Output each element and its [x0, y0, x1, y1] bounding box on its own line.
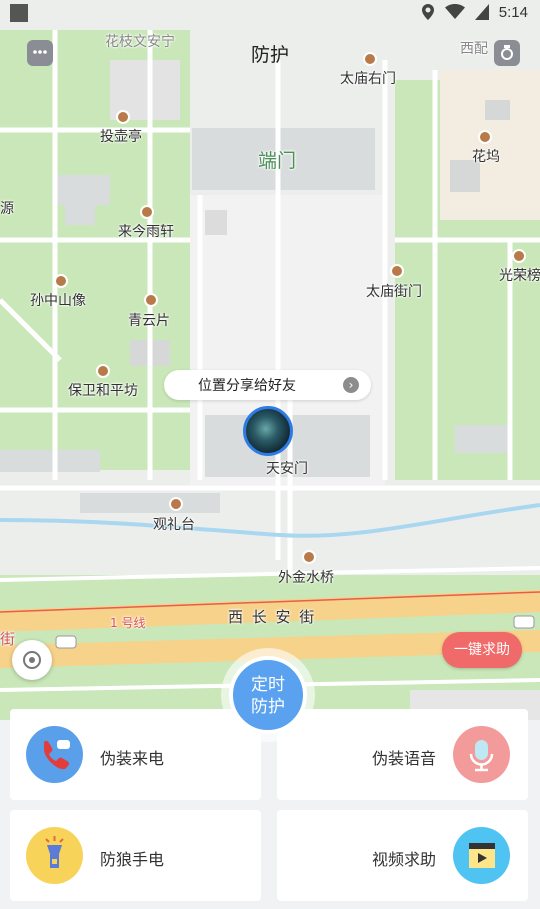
map-label: 天安门 [266, 461, 308, 477]
feature-grid: 伪装来电 伪装语音 防狼手电 视频求助 [0, 705, 540, 909]
share-location-label: 位置分享给好友 [198, 378, 296, 394]
location-pin-icon [421, 4, 434, 20]
poi-marker-icon [54, 274, 68, 288]
share-location-button[interactable]: 位置分享给好友 › [164, 370, 371, 400]
poi-marker-icon [116, 110, 130, 124]
card-label: 视频求助 [371, 850, 436, 869]
map-label: 孙中山像 [30, 293, 86, 309]
map-label: 1 号线 [110, 616, 146, 630]
poi-marker-icon [390, 264, 404, 278]
page-title: 防护 [250, 44, 289, 66]
flashlight-card[interactable]: 防狼手电 [10, 810, 261, 901]
guard-label-line2: 防护 [251, 697, 285, 717]
guard-label-line1: 定时 [251, 675, 285, 695]
poi-marker-icon [478, 130, 492, 144]
map-label: 光荣榜 [499, 268, 540, 284]
flashlight-icon [26, 827, 83, 884]
map-label: 保卫和平坊 [68, 383, 138, 399]
fake-voice-card[interactable]: 伪装语音 [277, 709, 528, 800]
video-clapper-icon [453, 827, 510, 884]
map-label: 青云片 [128, 313, 170, 329]
microphone-icon [453, 726, 510, 783]
app-root: 花枝文安宁 西配 太庙右门 投壶亭 端门 花坞 源 来今雨轩 光荣榜 孙中山像 … [0, 0, 540, 909]
poi-marker-icon [302, 550, 316, 564]
card-label: 伪装语音 [371, 749, 436, 768]
top-bar: 防护 [0, 30, 540, 76]
timed-guard-button[interactable]: 定时 防护 [229, 656, 307, 734]
signal-icon [474, 4, 489, 20]
map-label: 观礼台 [153, 517, 195, 533]
map-label: 端门 [258, 150, 297, 172]
poi-marker-icon [96, 364, 110, 378]
poi-marker-icon [512, 249, 526, 263]
map-label: 西 长 安 街 [228, 608, 317, 626]
map-label: 太庙街门 [366, 284, 422, 300]
user-avatar[interactable] [243, 406, 293, 456]
poi-marker-icon [140, 205, 154, 219]
map-label: 外金水桥 [278, 570, 334, 586]
locate-me-button[interactable] [12, 640, 52, 680]
chevron-right-icon: › [343, 377, 359, 393]
status-bar: 5:14 [0, 0, 540, 28]
card-label: 伪装来电 [100, 749, 165, 768]
map-label: 花坞 [472, 149, 500, 165]
poi-marker-icon [169, 497, 183, 511]
notification-icon [10, 4, 28, 22]
card-label: 防狼手电 [100, 850, 165, 869]
wifi-icon [444, 4, 465, 19]
map-label: 源 [0, 201, 14, 217]
map-view[interactable]: 花枝文安宁 西配 太庙右门 投壶亭 端门 花坞 源 来今雨轩 光荣榜 孙中山像 … [0, 0, 540, 720]
fake-call-card[interactable]: 伪装来电 [10, 709, 261, 800]
video-help-card[interactable]: 视频求助 [277, 810, 528, 901]
poi-marker-icon [144, 293, 158, 307]
clock: 5:14 [498, 3, 528, 21]
phone-call-icon [26, 726, 83, 783]
map-label: 来今雨轩 [118, 224, 174, 240]
camera-icon[interactable] [494, 40, 520, 66]
sos-button[interactable]: 一键求助 [442, 632, 522, 668]
map-label: 街 [0, 630, 16, 648]
map-label: 投壶亭 [100, 129, 142, 145]
